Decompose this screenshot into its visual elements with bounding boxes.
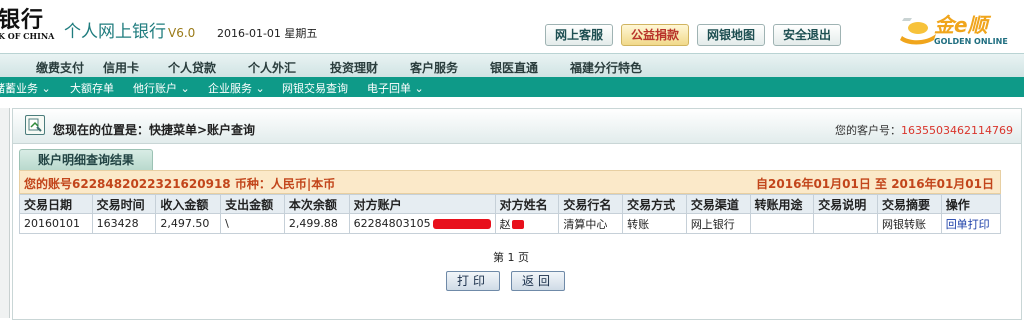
col-header-date: 交易日期: [19, 194, 93, 214]
table-row: 20160101 163428 2,497.50 \ 2,499.88 6228…: [19, 213, 1002, 234]
col-header-counter-name: 对方姓名: [494, 194, 560, 214]
charity-donation-button[interactable]: 公益捐款: [621, 24, 690, 46]
cell-summary: 网银转账: [876, 213, 942, 234]
print-button[interactable]: 打印: [446, 271, 500, 291]
primary-menu: 缴费支付 信用卡 个人贷款 个人外汇 投资理财 客户服务 银医直通 福建分行特色: [0, 53, 1024, 78]
menu-item-medical-direct[interactable]: 银医直通: [490, 59, 538, 76]
menu-item-fujian-special[interactable]: 福建分行特色: [570, 59, 642, 76]
customer-number: 您的客户号：1635503462114769: [835, 122, 1013, 138]
golden-online-logo-subtext: GOLDEN ONLINE: [934, 37, 1008, 46]
menu-item-payment[interactable]: 缴费支付: [36, 59, 84, 76]
pagination-info: 第 1 页: [493, 251, 529, 264]
col-header-channel: 交易渠道: [685, 194, 751, 214]
cell-action: 回单打印: [940, 213, 1002, 234]
menu-item-investment[interactable]: 投资理财: [330, 59, 378, 76]
cell-balance: 2,499.88: [283, 213, 350, 234]
cell-expense: \: [220, 213, 285, 234]
shortcut-menu-icon: [25, 115, 45, 135]
site-title: 个人网上银行 V6.0: [64, 17, 195, 42]
content-panel: 您现在的位置是：快捷菜单>账户查询 您的客户号：1635503462114769…: [12, 108, 1022, 320]
col-header-purpose: 转账用途: [749, 194, 815, 214]
left-collapse-bar[interactable]: [0, 108, 10, 318]
breadcrumb: 您现在的位置是：快捷菜单>账户查询: [53, 123, 256, 137]
table-header-row: 交易日期 交易时间 收入金额 支出金额 本次余额 对方账户 对方姓名 交易行名 …: [19, 194, 1002, 214]
col-header-action: 操作: [940, 194, 1002, 214]
col-header-balance: 本次余额: [283, 194, 350, 214]
submenu-transaction-query[interactable]: 网银交易查询: [282, 80, 348, 96]
submenu-other-bank-account[interactable]: 他行账户 ⌄: [133, 80, 190, 96]
cell-bank: 清算中心: [558, 213, 624, 234]
account-summary: 您的账号6228482022321620918 币种：人民币|本币: [24, 177, 336, 191]
ebank-map-button[interactable]: 网银地图: [697, 24, 766, 46]
customer-number-label: 您的客户号：: [835, 124, 901, 137]
cell-income: 2,497.50: [155, 213, 222, 234]
site-version: V6.0: [168, 26, 196, 40]
col-header-counter-account: 对方账户: [348, 194, 496, 214]
submenu-large-deposit[interactable]: 大额存单: [70, 80, 114, 96]
submenu-enterprise-service[interactable]: 企业服务 ⌄: [208, 80, 265, 96]
col-header-income: 收入金额: [155, 194, 222, 214]
menu-item-forex[interactable]: 个人外汇: [248, 59, 296, 76]
counter-account-text: 62284803105: [353, 217, 431, 230]
cell-counter-account: 62284803105: [348, 213, 496, 234]
back-button[interactable]: 返回: [511, 271, 565, 291]
safe-logout-button[interactable]: 安全退出: [773, 24, 842, 46]
cell-note: [813, 213, 878, 234]
col-header-method: 交易方式: [622, 194, 687, 214]
golden-online-logo-text: 金e顺: [934, 13, 988, 37]
bank-logo-name: 银行: [0, 7, 45, 33]
bank-logo-subtitle: K OF CHINA: [0, 31, 55, 41]
submenu-e-receipt[interactable]: 电子回单 ⌄: [367, 80, 424, 96]
golden-online-logo-icon: [900, 18, 936, 45]
tab-account-detail-result[interactable]: 账户明细查询结果: [19, 149, 153, 170]
account-summary-bar: 您的账号6228482022321620918 币种：人民币|本币 自2016年…: [19, 170, 1001, 194]
current-date: 2016-01-01 星期五: [217, 27, 318, 40]
cell-channel: 网上银行: [685, 213, 751, 234]
menu-item-credit-card[interactable]: 信用卡: [103, 59, 139, 76]
transaction-table: 交易日期 交易时间 收入金额 支出金额 本次余额 对方账户 对方姓名 交易行名 …: [19, 194, 1002, 234]
submenu-savings[interactable]: 储蓄业务 ⌄: [0, 80, 51, 96]
col-header-summary: 交易摘要: [876, 194, 942, 214]
menu-item-customer-service[interactable]: 客户服务: [410, 59, 458, 76]
redaction-mark: [432, 219, 491, 229]
location-bar: 您现在的位置是：快捷菜单>账户查询 您的客户号：1635503462114769: [13, 109, 1021, 144]
counter-name-text: 赵: [499, 217, 511, 231]
col-header-expense: 支出金额: [220, 194, 285, 214]
col-header-bank: 交易行名: [558, 194, 624, 214]
site-title-text: 个人网上银行: [64, 22, 166, 42]
online-service-button[interactable]: 网上客服: [545, 24, 614, 46]
redaction-mark: [511, 220, 524, 229]
customer-number-value: 1635503462114769: [901, 124, 1013, 137]
col-header-time: 交易时间: [91, 194, 157, 214]
menu-item-personal-loan[interactable]: 个人贷款: [168, 59, 216, 76]
page-header: 银行 K OF CHINA 个人网上银行 V6.0 2016-01-01 星期五 …: [0, 0, 1024, 52]
receipt-print-link[interactable]: 回单打印: [946, 218, 990, 231]
secondary-menu: 储蓄业务 ⌄ 大额存单 他行账户 ⌄ 企业服务 ⌄ 网银交易查询 电子回单 ⌄: [0, 77, 1024, 97]
cell-time: 163428: [91, 213, 157, 234]
cell-date: 20160101: [19, 213, 93, 234]
col-header-note: 交易说明: [813, 194, 878, 214]
date-range: 自2016年01月01日 至 2016年01月01日: [756, 177, 994, 191]
cell-counter-name: 赵: [494, 213, 560, 234]
cell-method: 转账: [622, 213, 687, 234]
cell-purpose: [749, 213, 815, 234]
